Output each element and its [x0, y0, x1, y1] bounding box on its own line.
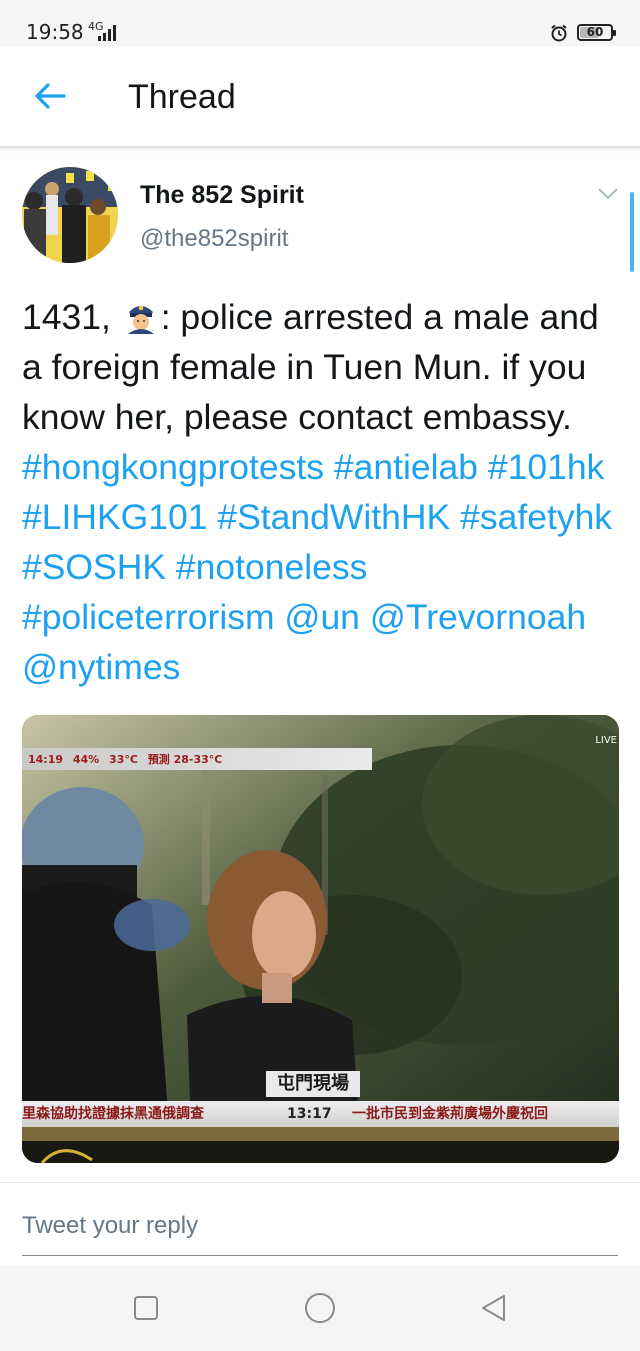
battery-icon: 60 [577, 24, 616, 41]
top-app-bar: Thread [0, 46, 640, 148]
hashtag-link[interactable]: #101hk [488, 447, 604, 487]
mention-link[interactable]: @Trevornoah [370, 597, 586, 637]
tweet-media-image[interactable]: 14:19 44% 33°C 預測 28-33°C LIVE 屯門現場 里森協助… [22, 715, 619, 1163]
recents-square-icon[interactable] [130, 1292, 162, 1324]
ticker-right-text: 一批市民到金紫荊廣場外慶祝回 [352, 1106, 548, 1122]
divider [0, 1182, 640, 1183]
hashtag-link[interactable]: #hongkongprotests [22, 447, 324, 487]
home-circle-icon[interactable] [304, 1292, 336, 1324]
reply-input[interactable] [22, 1206, 618, 1246]
police-officer-emoji-icon [127, 305, 154, 334]
reply-underline [22, 1255, 618, 1256]
scrollbar[interactable] [630, 192, 634, 272]
battery-level: 60 [586, 25, 604, 39]
hashtag-link[interactable]: #SOSHK [22, 547, 166, 587]
ticker-left-text: 里森協助找證據抹黑通俄調查 [22, 1106, 204, 1122]
hashtag-link[interactable]: #antielab [334, 447, 478, 487]
broadcast-location-caption: 屯門現場 [266, 1071, 360, 1097]
alarm-clock-icon [551, 24, 567, 42]
arrow-left-icon[interactable] [30, 78, 70, 114]
status-time: 19:58 [26, 20, 84, 44]
hashtag-link[interactable]: #notoneless [176, 547, 367, 587]
hashtag-link[interactable]: #LIHKG101 [22, 497, 208, 537]
avatar-illustration [22, 167, 118, 263]
back-triangle-icon[interactable] [477, 1292, 509, 1324]
hashtag-link[interactable]: #policeterrorism [22, 597, 275, 637]
signal-icon [98, 25, 116, 41]
tweet-text: 1431, : police arrested a male and a for… [22, 292, 622, 692]
system-navigation-bar [0, 1266, 640, 1351]
tweet-author-handle[interactable]: @the852spirit [140, 225, 288, 253]
mention-link[interactable]: @un [284, 597, 360, 637]
news-ticker: 里森協助找證據抹黑通俄調查 13:17 一批市民到金紫荊廣場外慶祝回 [22, 1101, 619, 1127]
hashtag-link[interactable]: #StandWithHK [217, 497, 450, 537]
broadcast-info-bar: 14:19 44% 33°C 預測 28-33°C [22, 748, 372, 770]
tweet-author-name[interactable]: The 852 Spirit [140, 181, 304, 210]
broadcast-humidity: 44% [72, 753, 100, 766]
avatar[interactable] [22, 167, 118, 263]
ticker-time: 13:17 [287, 1106, 332, 1122]
chevron-down-icon[interactable] [596, 186, 620, 202]
live-badge: LIVE [595, 735, 617, 746]
hashtag-link[interactable]: #safetyhk [460, 497, 612, 537]
status-bar: 19:58 4G 60 [0, 0, 640, 46]
page-title: Thread [128, 78, 236, 116]
broadcast-time: 14:19 [28, 753, 64, 766]
mention-link[interactable]: @nytimes [22, 647, 180, 687]
ticker-strip [22, 1127, 619, 1141]
broadcast-forecast: 預測 28-33°C [147, 753, 223, 766]
broadcast-temperature: 33°C [109, 753, 138, 766]
tweet-text-prefix: 1431, [22, 297, 121, 337]
